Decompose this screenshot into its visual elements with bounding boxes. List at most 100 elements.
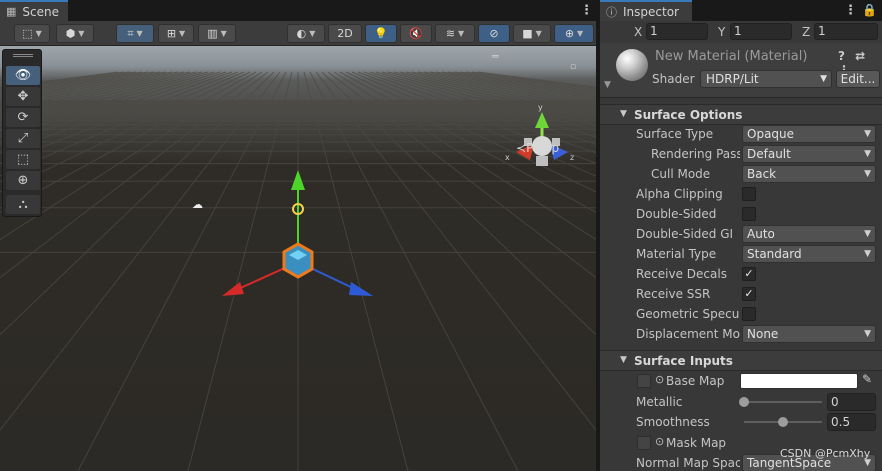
render-mode-button[interactable]: ⬢ ▼ — [56, 24, 94, 43]
move-gizmo[interactable] — [210, 166, 390, 306]
metallic-slider[interactable] — [744, 401, 822, 403]
surface-type-dropdown[interactable]: Opaque ▼ — [742, 125, 876, 143]
grid-snap-button[interactable]: ⌗ ▼ — [116, 24, 154, 43]
chevron-down-icon: ▼ — [820, 74, 827, 84]
scene-viewport[interactable]: ☁ y x z ≺Persp ▫ ═ — [0, 46, 596, 471]
lighting-toggle-button[interactable]: 💡 — [365, 24, 397, 43]
metallic-row: Metallic 0 — [600, 392, 882, 412]
camera-settings-button[interactable]: ■ ▼ — [513, 24, 551, 43]
material-type-value: Standard — [747, 247, 802, 261]
rendering-pass-dropdown[interactable]: Default ▼ — [742, 145, 876, 163]
watermark: CSDN @PcmXhy — [780, 447, 871, 460]
rect-tool-button[interactable]: ⬚ — [6, 150, 40, 169]
chevron-down-icon: ▼ — [309, 29, 316, 38]
shader-edit-button[interactable]: Edit... — [836, 70, 880, 88]
double-sided-gi-dropdown[interactable]: Auto ▼ — [742, 225, 876, 243]
move-icon: ✥ — [17, 89, 29, 104]
object-picker-icon[interactable]: ⊙ — [655, 435, 664, 448]
orientation-gizmo[interactable]: y x z — [500, 100, 590, 180]
x-field[interactable]: 1 — [646, 23, 708, 40]
scale-tool-button[interactable]: ⤢ — [6, 129, 40, 148]
rotate-tool-button[interactable]: ⟳ — [6, 108, 40, 127]
chevron-down-icon: ▼ — [78, 29, 85, 38]
lock-icon[interactable]: 🔒 — [862, 3, 877, 17]
mask-map-label: Mask Map — [666, 436, 727, 450]
overlay-handle-icon[interactable]: ═ — [492, 50, 499, 63]
selected-object[interactable] — [282, 242, 314, 279]
chevron-down-icon: ▼ — [864, 229, 871, 239]
shading-mode-button[interactable]: ◐ ▼ — [287, 24, 325, 43]
chevron-down-icon: ▼ — [535, 29, 542, 38]
ruler-button[interactable]: ▥ ▼ — [198, 24, 236, 43]
y-field[interactable]: 1 — [730, 23, 792, 40]
palette-grip-icon[interactable] — [13, 54, 33, 57]
gizmos-button[interactable]: ⊕ ▼ — [554, 24, 594, 43]
view-tool-button[interactable]: 👁 — [6, 66, 40, 85]
ruler-icon: ▥ — [207, 27, 218, 40]
receive-ssr-checkbox[interactable]: ✓ — [742, 287, 756, 301]
smoothness-field[interactable]: 0.5 — [827, 413, 876, 431]
camera-icon: ■ — [522, 27, 533, 40]
scene-menu-icon[interactable]: ⋮ — [580, 3, 593, 18]
mask-map-slot[interactable] — [637, 436, 651, 450]
persp-icon: ≺ — [516, 141, 527, 155]
alpha-clipping-checkbox[interactable] — [742, 187, 756, 201]
double-sided-checkbox[interactable] — [742, 207, 756, 221]
receive-decals-checkbox[interactable]: ✓ — [742, 267, 756, 281]
inspector-tab[interactable]: ⓘ Inspector — [600, 0, 692, 21]
metallic-slider-knob[interactable] — [739, 397, 749, 407]
x-axis-handle[interactable] — [222, 282, 244, 296]
info-icon: ⓘ — [606, 5, 617, 19]
geometric-specular-aa-row: Geometric Specular AA — [600, 304, 882, 324]
y-axis-handle[interactable] — [291, 170, 305, 190]
material-preview — [616, 49, 648, 81]
displacement-mode-label: Displacement Mode — [636, 327, 740, 341]
surface-options-header[interactable]: ▼ Surface Options — [600, 104, 882, 125]
chevron-down-icon: ▼ — [179, 29, 186, 38]
foldout-arrow-icon[interactable]: ▼ — [604, 80, 611, 90]
smoothness-slider-knob[interactable] — [778, 417, 788, 427]
gizmo-z-label: z — [570, 153, 574, 162]
eyedropper-icon[interactable]: ✎ — [862, 372, 872, 386]
receive-decals-label: Receive Decals — [636, 267, 727, 281]
scene-panel: ▦ Scene ⋮ ⬚▼ ⬢▼ ⌗▼ ⊞▼ ▥▼ ◐▼ 2D 💡 🔇 — [0, 0, 596, 471]
geometric-specular-aa-checkbox[interactable] — [742, 307, 756, 321]
audio-toggle-button[interactable]: 🔇 — [400, 24, 432, 43]
draw-mode-button[interactable]: ⬚ ▼ — [14, 24, 50, 43]
2d-toggle-button[interactable]: 2D — [328, 24, 362, 43]
surface-inputs-header[interactable]: ▼ Surface Inputs — [600, 350, 882, 371]
z-axis-handle[interactable] — [349, 282, 373, 296]
base-map-slot[interactable] — [637, 374, 651, 388]
transform-row: X 1 Y 1 Z 1 — [600, 21, 882, 43]
material-header: ▼ New Material (Material) ? ⇄ ⋮ Shader H… — [600, 43, 882, 98]
z-field[interactable]: 1 — [814, 23, 878, 40]
custom-tool-button[interactable]: ⛬ — [6, 195, 40, 214]
base-color-field[interactable] — [740, 373, 858, 389]
hidden-objects-toggle[interactable]: ⊘ — [478, 24, 510, 43]
smoothness-row: Smoothness 0.5 — [600, 412, 882, 432]
chevron-down-icon: ▼ — [35, 29, 42, 38]
custom-tool-icon: ⛬ — [18, 197, 28, 212]
metallic-field[interactable]: 0 — [827, 393, 876, 411]
lock-view-icon[interactable]: ▫ — [570, 62, 576, 72]
transform-icon: ⊕ — [17, 173, 29, 188]
object-picker-icon[interactable]: ⊙ — [655, 373, 664, 386]
material-type-dropdown[interactable]: Standard ▼ — [742, 245, 876, 263]
inspector-menu-icon[interactable]: ⋮ — [844, 3, 857, 18]
chevron-down-icon: ▼ — [577, 29, 584, 38]
move-tool-button[interactable]: ✥ — [6, 87, 40, 106]
cull-mode-dropdown[interactable]: Back ▼ — [742, 165, 876, 183]
receive-decals-row: Receive Decals ✓ — [600, 264, 882, 284]
x-label: X — [634, 25, 643, 39]
transform-tool-button[interactable]: ⊕ — [6, 171, 40, 190]
2d-label: 2D — [337, 27, 353, 40]
increment-snap-button[interactable]: ⊞ ▼ — [158, 24, 194, 43]
material-type-row: Material Type Standard ▼ — [600, 244, 882, 264]
scene-tab[interactable]: ▦ Scene — [0, 0, 68, 21]
effects-button[interactable]: ≋ ▼ — [435, 24, 475, 43]
displacement-mode-dropdown[interactable]: None ▼ — [742, 325, 876, 343]
double-sided-label: Double-Sided — [636, 207, 717, 221]
projection-toggle[interactable]: ≺Persp — [516, 141, 559, 155]
snap-icon: ⊞ — [166, 27, 177, 40]
shader-dropdown[interactable]: HDRP/Lit ▼ — [700, 70, 832, 88]
